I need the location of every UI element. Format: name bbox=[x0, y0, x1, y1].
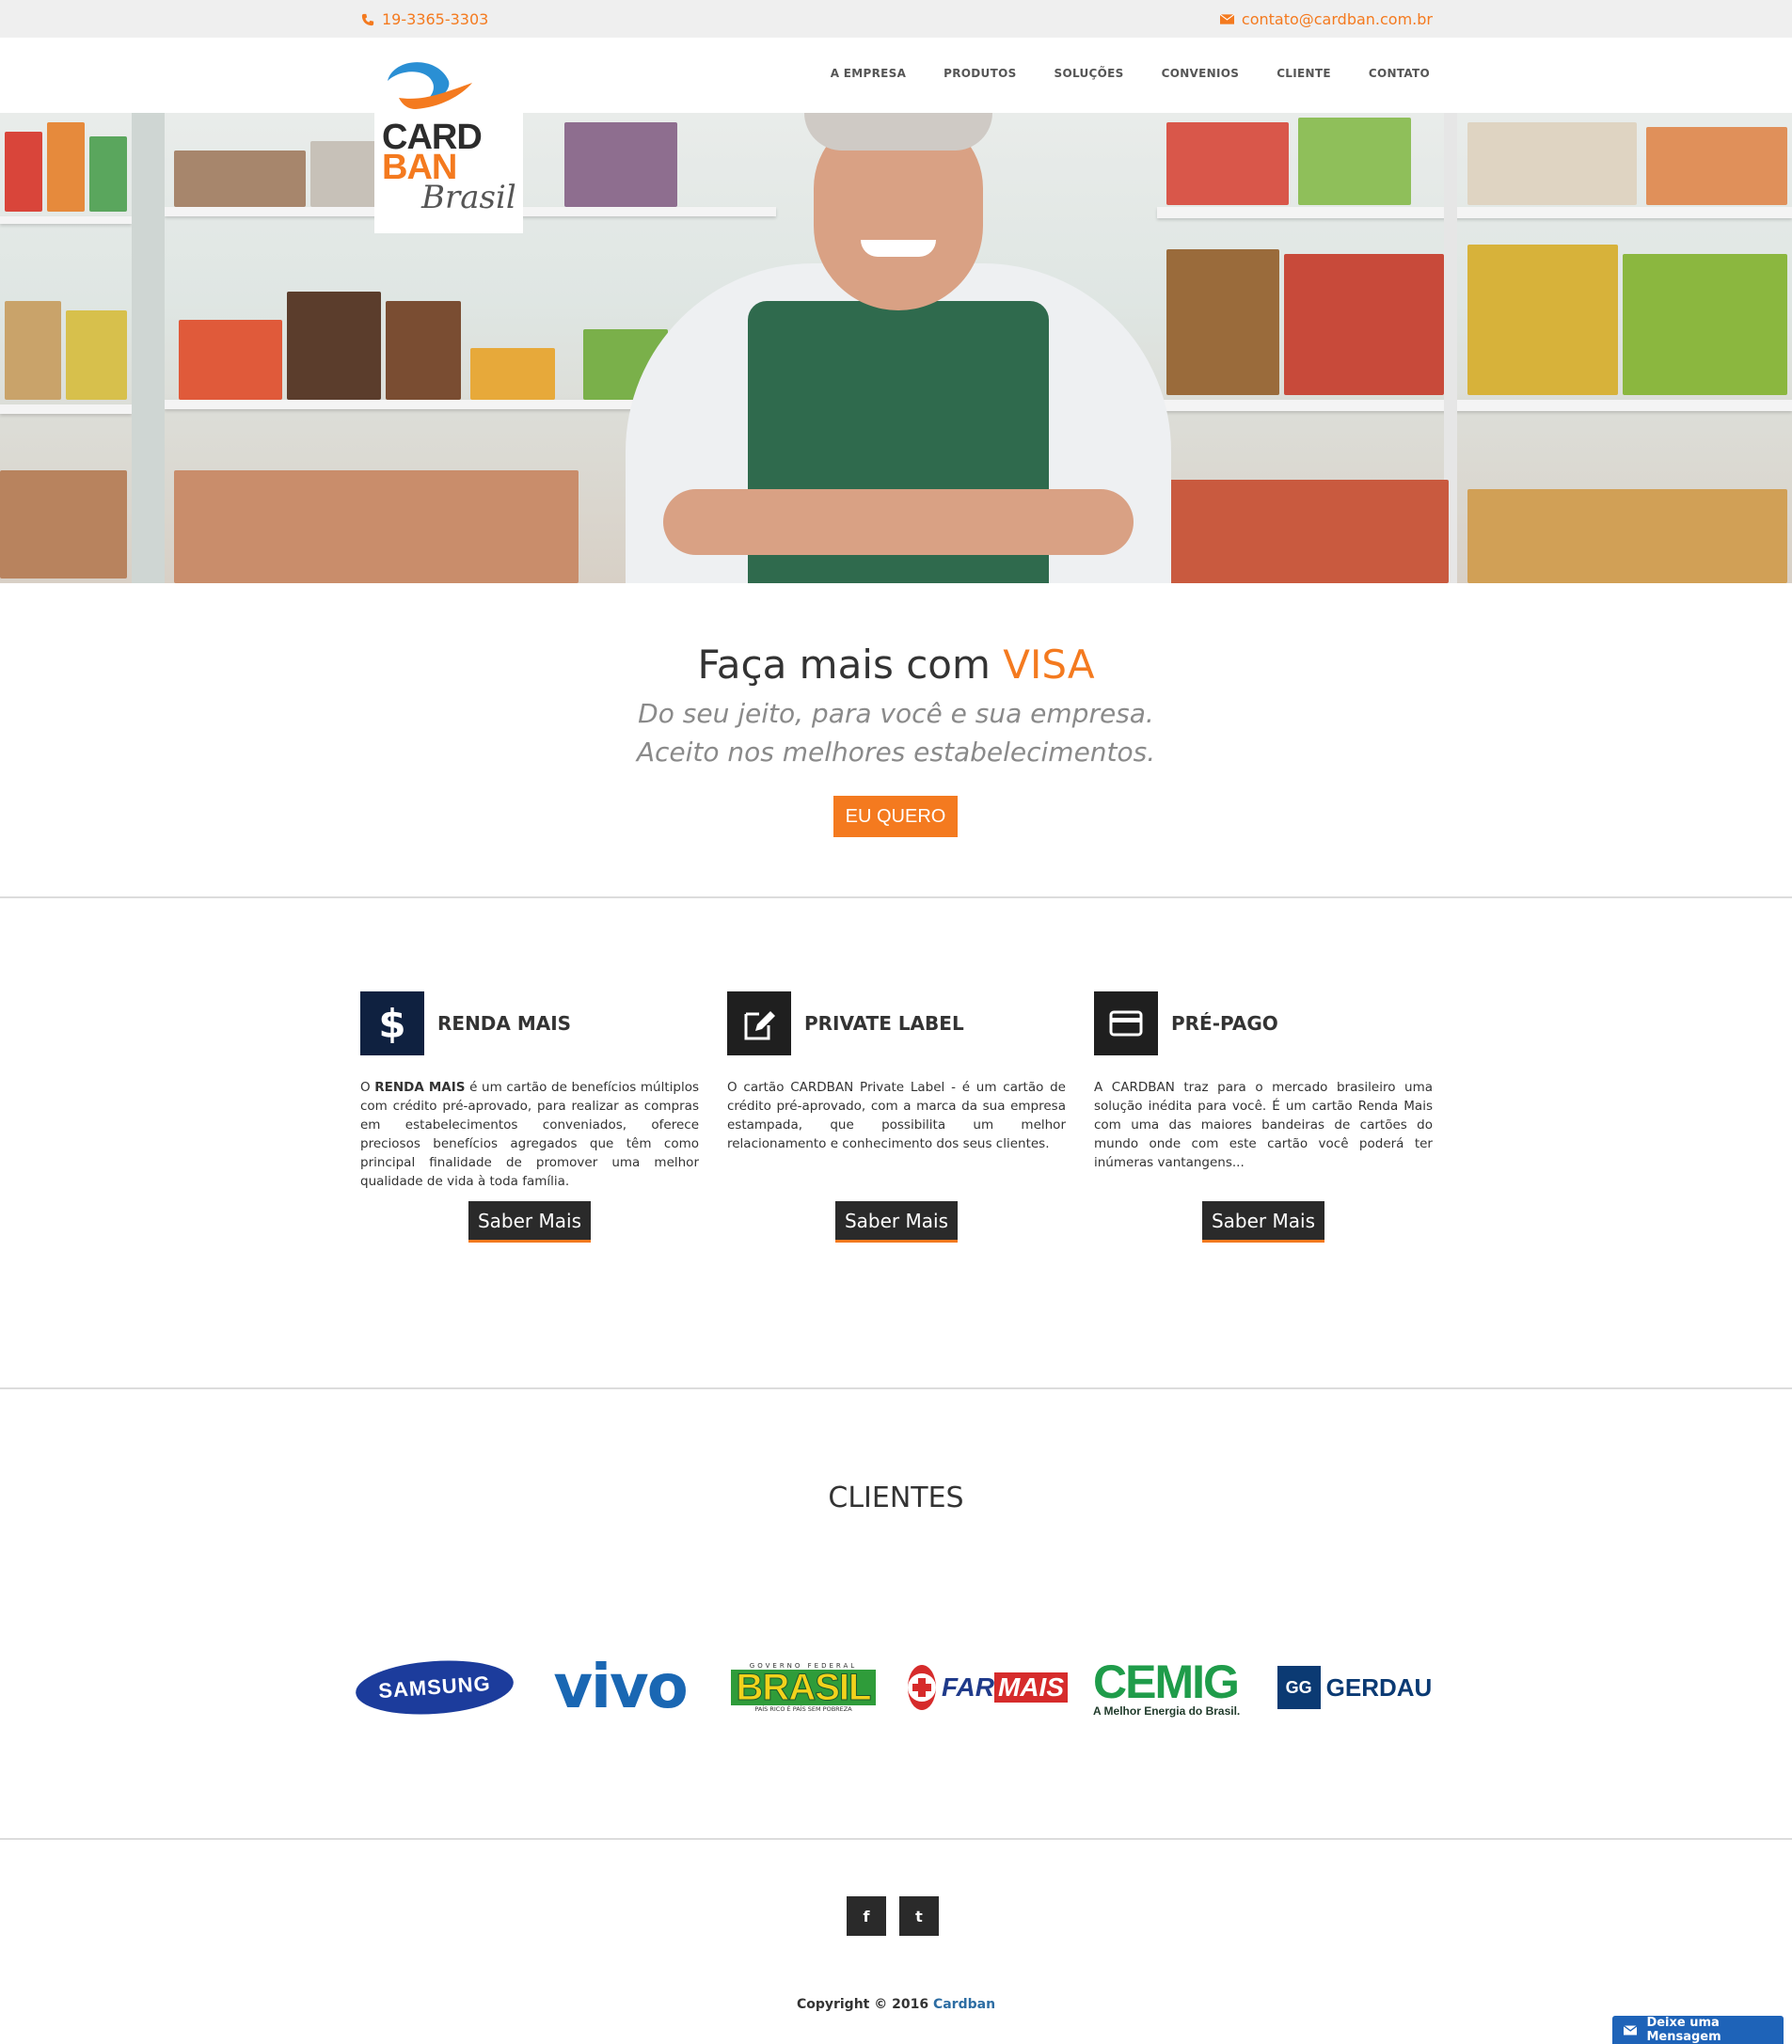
saber-mais-button[interactable]: Saber Mais bbox=[1202, 1201, 1324, 1243]
leave-message-button[interactable]: Deixe uma Mensagem bbox=[1612, 2016, 1784, 2044]
samsung-wordmark: SAMSUNG bbox=[377, 1671, 492, 1703]
cemig-tagline: A Melhor Energia do Brasil. bbox=[1093, 1704, 1241, 1718]
client-logo-gerdau[interactable]: GG GERDAU bbox=[1276, 1656, 1434, 1719]
feature-title: RENDA MAIS bbox=[437, 1012, 572, 1035]
feature-text: A CARDBAN traz para o mercado brasileiro… bbox=[1094, 1080, 1433, 1170]
dollar-icon: $ bbox=[360, 991, 424, 1055]
twitter-button[interactable]: t bbox=[899, 1896, 939, 1936]
brasil-slogan: PAÍS RICO É PAÍS SEM POBREZA bbox=[754, 1705, 852, 1713]
nav-solucoes[interactable]: SOLUÇÕES bbox=[1055, 67, 1124, 80]
logo-brasil: Brasil bbox=[421, 179, 516, 216]
vivo-wordmark: vivo bbox=[553, 1653, 688, 1722]
main-nav: A EMPRESA PRODUTOS SOLUÇÕES CONVENIOS CL… bbox=[831, 67, 1430, 80]
farmais-cross-icon bbox=[908, 1665, 936, 1710]
farmais-mais-text: MAIS bbox=[994, 1672, 1068, 1703]
promo-title-accent: VISA bbox=[1003, 642, 1095, 688]
envelope-icon bbox=[1219, 14, 1234, 24]
facebook-icon: f bbox=[863, 1907, 870, 1925]
feature-text: O RENDA MAIS é um cartão de benefícios m… bbox=[360, 1080, 699, 1189]
leave-message-label: Deixe uma Mensagem bbox=[1646, 2016, 1721, 2044]
copyright: Copyright © 2016 Cardban bbox=[0, 1997, 1792, 2012]
twitter-icon: t bbox=[915, 1907, 923, 1925]
promo-section: Faça mais com VISA Do seu jeito, para vo… bbox=[0, 583, 1792, 897]
cardban-logo[interactable]: CARD BAN Brasil bbox=[374, 55, 523, 233]
nav-a-empresa[interactable]: A EMPRESA bbox=[831, 67, 906, 80]
gerdau-wordmark: GERDAU bbox=[1325, 1672, 1433, 1702]
section-divider bbox=[0, 1387, 1792, 1389]
promo-subtitle-1: Do seu jeito, para você e sua empresa. bbox=[638, 698, 1154, 729]
saber-mais-button[interactable]: Saber Mais bbox=[468, 1201, 591, 1243]
nav-cliente[interactable]: CLIENTE bbox=[1277, 67, 1331, 80]
gerdau-mark-icon: GG bbox=[1277, 1666, 1321, 1709]
copyright-brand-link[interactable]: Cardban bbox=[933, 1997, 995, 2012]
phone-contact[interactable]: 19-3365-3303 bbox=[361, 10, 488, 28]
section-divider bbox=[0, 896, 1792, 898]
hero-person bbox=[626, 113, 1171, 583]
phone-number[interactable]: 19-3365-3303 bbox=[382, 10, 488, 28]
facebook-button[interactable]: f bbox=[847, 1896, 886, 1936]
email-contact[interactable]: contato@cardban.com.br bbox=[1219, 10, 1433, 28]
top-bar: 19-3365-3303 contato@cardban.com.br bbox=[0, 0, 1792, 38]
saber-mais-button[interactable]: Saber Mais bbox=[835, 1201, 958, 1243]
feature-title: PRIVATE LABEL bbox=[804, 1012, 964, 1035]
feature-title: PRÉ-PAGO bbox=[1171, 1012, 1278, 1035]
feature-text: O cartão CARDBAN Private Label - é um ca… bbox=[727, 1080, 1066, 1151]
section-divider bbox=[0, 1838, 1792, 1840]
client-logo-cemig[interactable]: CEMIG A Melhor Energia do Brasil. bbox=[1093, 1656, 1249, 1721]
eu-quero-button[interactable]: EU QUERO bbox=[833, 796, 958, 837]
cemig-wordmark: CEMIG bbox=[1093, 1656, 1240, 1708]
nav-produtos[interactable]: PRODUTOS bbox=[944, 67, 1016, 80]
email-address[interactable]: contato@cardban.com.br bbox=[1242, 10, 1433, 28]
nav-convenios[interactable]: CONVENIOS bbox=[1162, 67, 1240, 80]
brasil-wordmark: BRASIL bbox=[730, 1669, 877, 1707]
clients-title: CLIENTES bbox=[828, 1482, 964, 1514]
phone-icon bbox=[361, 13, 374, 25]
hero-banner bbox=[0, 113, 1792, 583]
promo-title-prefix: Faça mais com bbox=[697, 642, 1004, 688]
nav-contato[interactable]: CONTATO bbox=[1369, 67, 1430, 80]
site-header: A EMPRESA PRODUTOS SOLUÇÕES CONVENIOS CL… bbox=[0, 38, 1792, 113]
promo-title: Faça mais com VISA bbox=[0, 642, 1792, 688]
client-logo-samsung[interactable]: SAMSUNG bbox=[354, 1656, 515, 1719]
farmais-far-text: FAR bbox=[942, 1672, 994, 1702]
client-logo-governo-brasil[interactable]: GOVERNO FEDERAL BRASIL PAÍS RICO É PAÍS … bbox=[726, 1656, 880, 1719]
envelope-icon bbox=[1624, 2024, 1638, 2035]
promo-subtitle-2: Aceito nos melhores estabelecimentos. bbox=[636, 737, 1156, 768]
pencil-note-icon bbox=[727, 991, 791, 1055]
client-logo-farmais[interactable]: FAR MAIS bbox=[908, 1656, 1068, 1719]
copyright-text: Copyright © 2016 bbox=[796, 1997, 933, 2012]
credit-card-icon bbox=[1094, 991, 1158, 1055]
client-logo-vivo[interactable]: vivo bbox=[542, 1653, 698, 1722]
